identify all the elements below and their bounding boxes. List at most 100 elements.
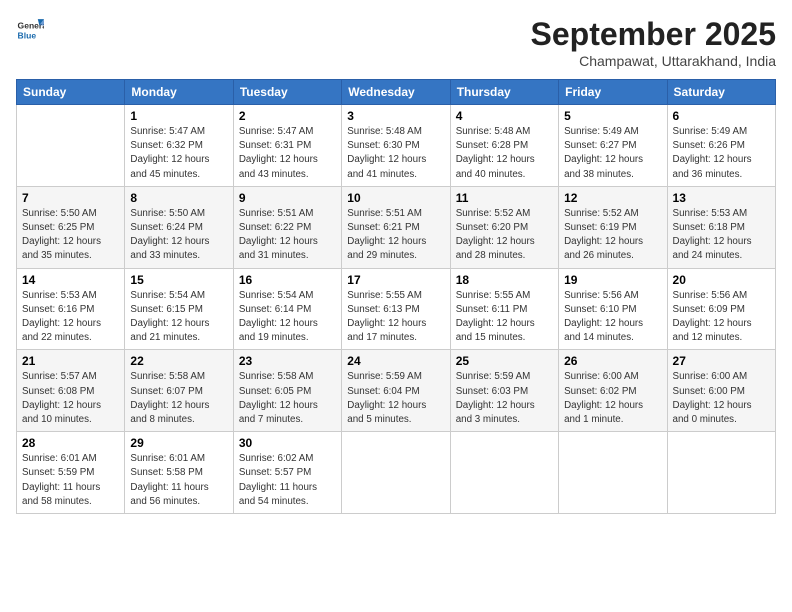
calendar-cell: 30 Sunrise: 6:02 AM Sunset: 5:57 PM Dayli… [233, 432, 341, 514]
calendar-cell: 9Sunrise: 5:51 AM Sunset: 6:22 PM Daylig… [233, 186, 341, 268]
calendar-cell: 23Sunrise: 5:58 AM Sunset: 6:05 PM Dayli… [233, 350, 341, 432]
day-number: 28 [22, 436, 119, 450]
day-info: Sunrise: 5:56 AM Sunset: 6:10 PM Dayligh… [564, 289, 661, 346]
calendar-cell: 3 Sunrise: 5:48 AM Sunset: 6:30 PM Daylig… [342, 105, 450, 187]
day-info: Sunrise: 6:01 AM Sunset: 5:59 PM Dayligh… [22, 452, 119, 509]
day-info: Sunrise: 5:55 AM Sunset: 6:11 PM Dayligh… [456, 289, 553, 346]
day-number: 12 [564, 191, 661, 205]
calendar-cell: 28 Sunrise: 6:01 AM Sunset: 5:59 PM Dayli… [17, 432, 125, 514]
calendar-cell: 27 Sunrise: 6:00 AM Sunset: 6:00 PM Dayli… [667, 350, 775, 432]
calendar-cell: 8 Sunrise: 5:50 AM Sunset: 6:24 PM Daylig… [125, 186, 233, 268]
day-number: 30 [239, 436, 336, 450]
day-number: 2 [239, 109, 336, 123]
week-row-3: 14 Sunrise: 5:53 AM Sunset: 6:16 PM Dayli… [17, 268, 776, 350]
calendar-cell: 15 Sunrise: 5:54 AM Sunset: 6:15 PM Dayli… [125, 268, 233, 350]
day-number: 10 [347, 191, 444, 205]
calendar-cell: 20 Sunrise: 5:56 AM Sunset: 6:09 PM Dayli… [667, 268, 775, 350]
calendar-cell [342, 432, 450, 514]
calendar-cell: 13 Sunrise: 5:53 AM Sunset: 6:18 PM Dayli… [667, 186, 775, 268]
day-number: 11 [456, 191, 553, 205]
day-info: Sunrise: 6:00 AM Sunset: 6:00 PM Dayligh… [673, 370, 770, 427]
calendar-cell [450, 432, 558, 514]
day-info: Sunrise: 5:53 AM Sunset: 6:16 PM Dayligh… [22, 289, 119, 346]
day-info: Sunrise: 5:53 AM Sunset: 6:18 PM Dayligh… [673, 207, 770, 264]
day-number: 27 [673, 354, 770, 368]
calendar-cell: 6 Sunrise: 5:49 AM Sunset: 6:26 PM Daylig… [667, 105, 775, 187]
day-info: Sunrise: 5:52 AM Sunset: 6:19 PM Dayligh… [564, 207, 661, 264]
day-number: 25 [456, 354, 553, 368]
col-monday: Monday [125, 80, 233, 105]
day-number: 7 [22, 191, 119, 205]
day-number: 20 [673, 273, 770, 287]
day-info: Sunrise: 6:01 AM Sunset: 5:58 PM Dayligh… [130, 452, 227, 509]
day-info: Sunrise: 5:59 AM Sunset: 6:03 PM Dayligh… [456, 370, 553, 427]
calendar-cell: 22 Sunrise: 5:58 AM Sunset: 6:07 PM Dayli… [125, 350, 233, 432]
day-number: 14 [22, 273, 119, 287]
day-number: 29 [130, 436, 227, 450]
calendar-cell [559, 432, 667, 514]
calendar-cell: 1 Sunrise: 5:47 AM Sunset: 6:32 PM Daylig… [125, 105, 233, 187]
day-number: 19 [564, 273, 661, 287]
day-number: 17 [347, 273, 444, 287]
col-thursday: Thursday [450, 80, 558, 105]
day-info: Sunrise: 5:59 AM Sunset: 6:04 PM Dayligh… [347, 370, 444, 427]
calendar-cell: 24Sunrise: 5:59 AM Sunset: 6:04 PM Dayli… [342, 350, 450, 432]
day-number: 15 [130, 273, 227, 287]
title-area: September 2025 Champawat, Uttarakhand, I… [531, 16, 776, 69]
day-number: 22 [130, 354, 227, 368]
svg-text:Blue: Blue [18, 31, 37, 41]
calendar-cell: 19 Sunrise: 5:56 AM Sunset: 6:10 PM Dayli… [559, 268, 667, 350]
calendar-cell: 14 Sunrise: 5:53 AM Sunset: 6:16 PM Dayli… [17, 268, 125, 350]
calendar-cell: 18 Sunrise: 5:55 AM Sunset: 6:11 PM Dayli… [450, 268, 558, 350]
day-info: Sunrise: 5:50 AM Sunset: 6:24 PM Dayligh… [130, 207, 227, 264]
day-info: Sunrise: 5:54 AM Sunset: 6:15 PM Dayligh… [130, 289, 227, 346]
calendar-cell [17, 105, 125, 187]
calendar-cell [667, 432, 775, 514]
col-tuesday: Tuesday [233, 80, 341, 105]
calendar-cell: 16 Sunrise: 5:54 AM Sunset: 6:14 PM Dayli… [233, 268, 341, 350]
day-info: Sunrise: 5:55 AM Sunset: 6:13 PM Dayligh… [347, 289, 444, 346]
calendar-cell: 4Sunrise: 5:48 AM Sunset: 6:28 PM Daylig… [450, 105, 558, 187]
day-number: 13 [673, 191, 770, 205]
day-info: Sunrise: 5:54 AM Sunset: 6:14 PM Dayligh… [239, 289, 336, 346]
week-row-1: 1 Sunrise: 5:47 AM Sunset: 6:32 PM Daylig… [17, 105, 776, 187]
calendar-header-row: Sunday Monday Tuesday Wednesday Thursday… [17, 80, 776, 105]
logo-icon: General Blue [16, 16, 44, 44]
day-info: Sunrise: 5:50 AM Sunset: 6:25 PM Dayligh… [22, 207, 119, 264]
calendar-cell: 26Sunrise: 6:00 AM Sunset: 6:02 PM Dayli… [559, 350, 667, 432]
week-row-5: 28 Sunrise: 6:01 AM Sunset: 5:59 PM Dayli… [17, 432, 776, 514]
day-number: 4 [456, 109, 553, 123]
day-info: Sunrise: 5:49 AM Sunset: 6:26 PM Dayligh… [673, 125, 770, 182]
week-row-4: 21Sunrise: 5:57 AM Sunset: 6:08 PM Dayli… [17, 350, 776, 432]
day-info: Sunrise: 5:56 AM Sunset: 6:09 PM Dayligh… [673, 289, 770, 346]
calendar-cell: 21Sunrise: 5:57 AM Sunset: 6:08 PM Dayli… [17, 350, 125, 432]
day-number: 8 [130, 191, 227, 205]
logo: General Blue [16, 16, 44, 44]
day-info: Sunrise: 5:48 AM Sunset: 6:30 PM Dayligh… [347, 125, 444, 182]
day-info: Sunrise: 6:02 AM Sunset: 5:57 PM Dayligh… [239, 452, 336, 509]
day-info: Sunrise: 6:00 AM Sunset: 6:02 PM Dayligh… [564, 370, 661, 427]
day-number: 6 [673, 109, 770, 123]
calendar-cell: 2Sunrise: 5:47 AM Sunset: 6:31 PM Daylig… [233, 105, 341, 187]
calendar-title: September 2025 [531, 16, 776, 53]
day-info: Sunrise: 5:51 AM Sunset: 6:22 PM Dayligh… [239, 207, 336, 264]
calendar-cell: 12 Sunrise: 5:52 AM Sunset: 6:19 PM Dayli… [559, 186, 667, 268]
calendar-cell: 7 Sunrise: 5:50 AM Sunset: 6:25 PM Daylig… [17, 186, 125, 268]
col-sunday: Sunday [17, 80, 125, 105]
col-wednesday: Wednesday [342, 80, 450, 105]
day-info: Sunrise: 5:52 AM Sunset: 6:20 PM Dayligh… [456, 207, 553, 264]
calendar-table: Sunday Monday Tuesday Wednesday Thursday… [16, 79, 776, 514]
header: General Blue September 2025 Champawat, U… [16, 16, 776, 69]
day-number: 3 [347, 109, 444, 123]
col-saturday: Saturday [667, 80, 775, 105]
calendar-cell: 29 Sunrise: 6:01 AM Sunset: 5:58 PM Dayli… [125, 432, 233, 514]
week-row-2: 7 Sunrise: 5:50 AM Sunset: 6:25 PM Daylig… [17, 186, 776, 268]
day-info: Sunrise: 5:49 AM Sunset: 6:27 PM Dayligh… [564, 125, 661, 182]
day-info: Sunrise: 5:47 AM Sunset: 6:32 PM Dayligh… [130, 125, 227, 182]
day-number: 16 [239, 273, 336, 287]
calendar-subtitle: Champawat, Uttarakhand, India [531, 53, 776, 69]
day-info: Sunrise: 5:51 AM Sunset: 6:21 PM Dayligh… [347, 207, 444, 264]
day-info: Sunrise: 5:58 AM Sunset: 6:07 PM Dayligh… [130, 370, 227, 427]
day-number: 1 [130, 109, 227, 123]
day-number: 18 [456, 273, 553, 287]
